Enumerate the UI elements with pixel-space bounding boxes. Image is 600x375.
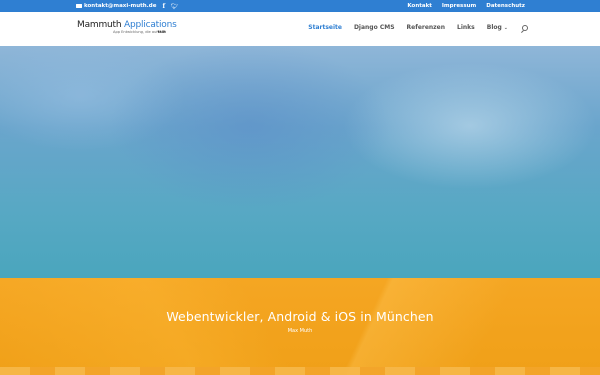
top-bar-links: Kontakt Impressum Datenschutz bbox=[407, 0, 525, 12]
twitter-icon[interactable]: 🐦︎ bbox=[171, 3, 179, 10]
logo-tagline-bold: fällt bbox=[157, 30, 166, 34]
hero-banner bbox=[0, 278, 600, 375]
nav-item-startseite[interactable]: Startseite bbox=[308, 24, 342, 31]
nav-item-referenzen[interactable]: Referenzen bbox=[407, 24, 446, 31]
logo-tagline-text: App Entwicklung, die auf bbox=[113, 30, 158, 34]
nav-item-links[interactable]: Links bbox=[457, 24, 475, 31]
logo-word-1: Mammuth bbox=[77, 20, 122, 30]
nav-label: Django CMS bbox=[353, 24, 395, 31]
logo-word-2: Applications bbox=[124, 20, 177, 30]
kontakt-link[interactable]: Kontakt bbox=[407, 3, 432, 9]
top-bar: kontakt@maxi-muth.de f 🐦︎ Kontakt Impres… bbox=[0, 0, 600, 12]
site-logo[interactable]: Mammuth Applications App Entwicklung, di… bbox=[77, 20, 177, 34]
nav-label: Links bbox=[457, 24, 475, 31]
nav-label: Blog bbox=[486, 24, 502, 31]
hero-title: Webentwickler, Android & iOS in München bbox=[166, 309, 434, 324]
nav-item-django-cms[interactable]: Django CMS bbox=[354, 24, 395, 31]
main-header: Mammuth Applications App Entwicklung, di… bbox=[0, 12, 600, 46]
nav-label: Startseite bbox=[308, 24, 342, 31]
top-bar-left: kontakt@maxi-muth.de f 🐦︎ bbox=[76, 0, 179, 12]
main-nav: Startseite Django CMS Referenzen Links B… bbox=[308, 24, 528, 31]
chevron-down-icon: ⌄ bbox=[503, 24, 508, 31]
nav-label: Referenzen bbox=[406, 24, 446, 31]
impressum-link[interactable]: Impressum bbox=[442, 3, 476, 9]
email-link[interactable]: kontakt@maxi-muth.de bbox=[76, 3, 156, 9]
logo-tagline: App Entwicklung, die auffällt bbox=[113, 30, 177, 34]
email-text: kontakt@maxi-muth.de bbox=[84, 3, 157, 9]
datenschutz-link[interactable]: Datenschutz bbox=[486, 3, 525, 9]
logo-wordmark: Mammuth Applications bbox=[77, 20, 177, 30]
hero-background-image bbox=[0, 46, 600, 278]
search-icon[interactable] bbox=[522, 24, 528, 31]
next-section-edge bbox=[0, 367, 600, 375]
hero-subtitle: Max Muth bbox=[287, 328, 313, 334]
mail-icon bbox=[76, 4, 82, 8]
facebook-icon[interactable]: f bbox=[162, 3, 165, 10]
nav-item-blog[interactable]: Blog ⌄ bbox=[487, 24, 508, 31]
